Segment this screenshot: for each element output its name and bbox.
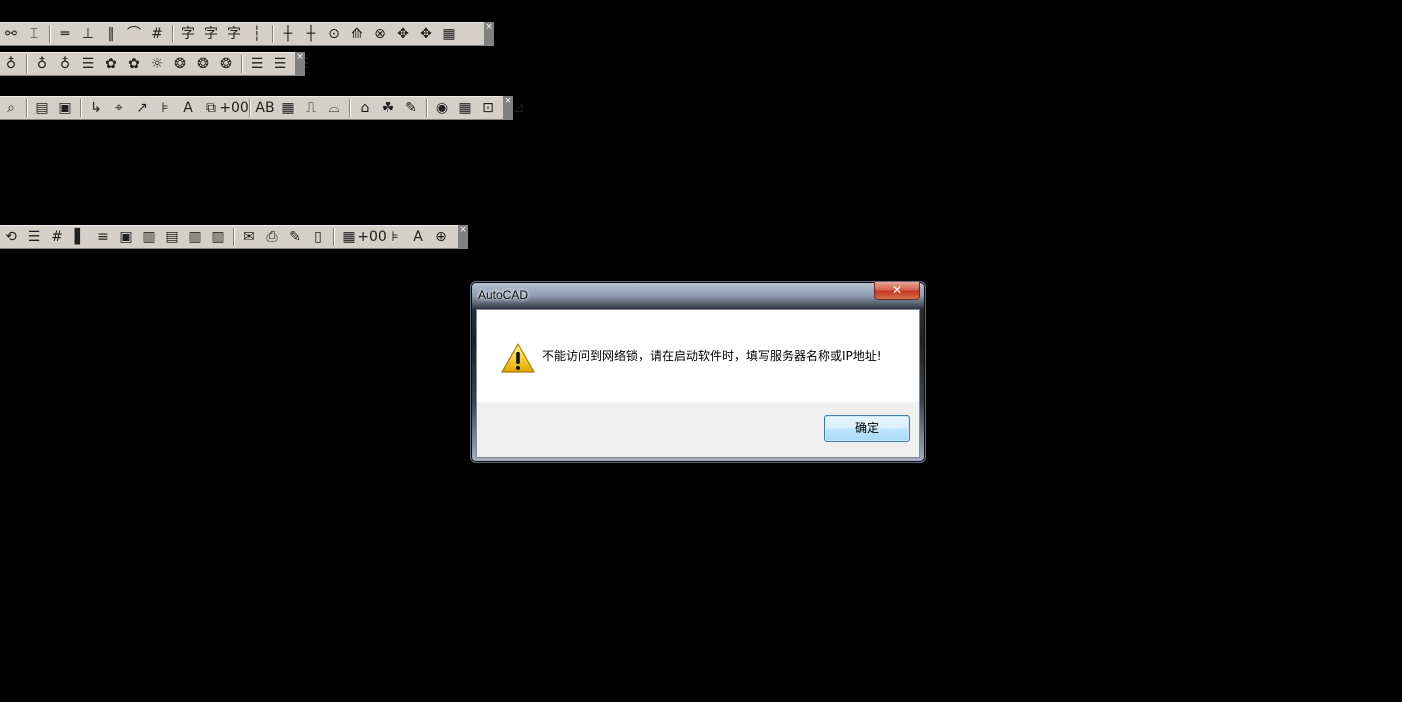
toolbar-button[interactable]: +00: [219, 97, 249, 119]
alert-dialog: AutoCAD ✕ 不能访问到网络锁，请在启动软件时，填写服务器名称或IP地址!…: [470, 281, 926, 463]
toolbar-button[interactable]: ☘: [377, 97, 399, 119]
dialog-title: AutoCAD: [478, 288, 529, 302]
toolbar-button[interactable]: ═: [54, 23, 76, 45]
toolbar-button[interactable]: ❂: [192, 53, 214, 75]
toolbar-separator: [349, 99, 351, 117]
toolbar-button[interactable]: ✉: [238, 226, 260, 248]
toolbar-button[interactable]: ▤: [161, 226, 183, 248]
toolbar-button[interactable]: 字: [177, 23, 199, 45]
toolbar-button[interactable]: ▥: [184, 226, 206, 248]
close-button[interactable]: ✕: [874, 282, 920, 300]
toolbar-separator: [80, 99, 82, 117]
toolbar-button[interactable]: ⌕: [0, 97, 22, 119]
toolbar-separator: [272, 25, 274, 43]
toolbar-separator: [49, 25, 51, 43]
toolbar-button[interactable]: ⊙: [323, 23, 345, 45]
toolbar-button[interactable]: ‖: [100, 23, 122, 45]
toolbar-separator: [241, 55, 243, 73]
toolbar-button[interactable]: #: [46, 226, 68, 248]
toolbar-button[interactable]: #: [146, 23, 168, 45]
toolbar-close-icon[interactable]: ×: [295, 52, 305, 76]
toolbar-separator: [249, 99, 251, 117]
toolbar-button[interactable]: ▦: [454, 97, 476, 119]
toolbar-button[interactable]: ❂: [169, 53, 191, 75]
toolbar-button[interactable]: ▥: [138, 226, 160, 248]
toolbar-close-icon[interactable]: ×: [458, 225, 468, 249]
toolbar-button[interactable]: ⌖: [108, 97, 130, 119]
toolbar-button[interactable]: +00: [357, 226, 387, 248]
toolbar-button[interactable]: ▌: [69, 226, 91, 248]
toolbar-button[interactable]: ⊥: [77, 23, 99, 45]
toolbar-button[interactable]: A: [177, 97, 199, 119]
toolbar-button[interactable]: ☰: [23, 226, 45, 248]
toolbar-button[interactable]: ✿: [100, 53, 122, 75]
toolbar-close-icon[interactable]: ×: [503, 96, 513, 120]
toolbar-button[interactable]: ✥: [415, 23, 437, 45]
toolbar-separator: [333, 228, 335, 246]
toolbar-dimension: ⚯ ⌶ ═ ⊥ ‖ ⌒ # 字字字 ┆ ┼ ┼ ⊙ ⟰ ⊗ ✥ ✥ ▦ ×: [0, 22, 494, 46]
toolbar-button[interactable]: ❂: [215, 53, 237, 75]
toolbar-button[interactable]: ♁: [31, 53, 53, 75]
toolbar-button[interactable]: ✎: [400, 97, 422, 119]
toolbar-button[interactable]: ▦: [277, 97, 299, 119]
toolbar-button[interactable]: ⊧: [384, 226, 406, 248]
toolbar-button[interactable]: ◉: [431, 97, 453, 119]
toolbar-button[interactable]: 字: [223, 23, 245, 45]
toolbar-button[interactable]: 字: [200, 23, 222, 45]
toolbar-button[interactable]: ☰: [77, 53, 99, 75]
toolbar-button[interactable]: ⌶: [23, 23, 45, 45]
toolbar-button[interactable]: ♁: [54, 53, 76, 75]
toolbar-button[interactable]: ☰: [246, 53, 268, 75]
toolbar-annotation: ⌕ ▤ ▣ ↳ ⌖ ↗ ⊧ A ⧉ +00 AB ▦ ⎍ ⌓ ⌂ ☘ ✎ ◉ ▦ ⊡ ⊿ ×: [0, 96, 525, 120]
toolbar-button[interactable]: ↳: [85, 97, 107, 119]
toolbar-button[interactable]: ⎍: [300, 97, 322, 119]
toolbar-button[interactable]: ⊗: [369, 23, 391, 45]
toolbar-separator: [233, 228, 235, 246]
toolbar-button[interactable]: ⊕: [430, 226, 452, 248]
toolbar-button[interactable]: ▣: [54, 97, 76, 119]
toolbar-close-icon[interactable]: ×: [484, 22, 494, 46]
toolbar-separator: [426, 99, 428, 117]
toolbar-button[interactable]: ⟰: [346, 23, 368, 45]
dialog-message: 不能访问到网络锁，请在启动软件时，填写服务器名称或IP地址!: [542, 349, 882, 363]
toolbar-button[interactable]: ☰: [269, 53, 291, 75]
toolbar-button[interactable]: ☼: [146, 53, 168, 75]
toolbar-button[interactable]: ♁: [0, 53, 22, 75]
toolbar-button[interactable]: ▥: [207, 226, 229, 248]
toolbar-button[interactable]: ┆: [246, 23, 268, 45]
toolbar-button[interactable]: ⌓: [323, 97, 345, 119]
toolbar-button[interactable]: AB: [254, 97, 276, 119]
toolbar-button[interactable]: ▯: [307, 226, 329, 248]
warning-icon: [501, 343, 535, 373]
toolbar-button[interactable]: ▣: [115, 226, 137, 248]
toolbar-button[interactable]: ✿: [123, 53, 145, 75]
toolbar-separator: [26, 55, 28, 73]
toolbar-button[interactable]: ⌒: [123, 23, 145, 45]
toolbar-button[interactable]: ┼: [300, 23, 322, 45]
toolbar-separator: [26, 99, 28, 117]
toolbar-button[interactable]: ≡: [92, 226, 114, 248]
dialog-footer: 确定: [477, 402, 919, 457]
toolbar-button[interactable]: A: [407, 226, 429, 248]
toolbar-button[interactable]: ⎙: [261, 226, 283, 248]
toolbar-drawing: ⟲☰#▌≡▣▥▤▥▥✉⎙✎▯▦+00⊧A⊕☯×: [0, 225, 470, 249]
toolbar-button[interactable]: ✥: [392, 23, 414, 45]
toolbar-button[interactable]: ⊧: [154, 97, 176, 119]
toolbar-button[interactable]: ✎: [284, 226, 306, 248]
toolbar-separator: [172, 25, 174, 43]
toolbar-button[interactable]: ▦: [438, 23, 460, 45]
toolbar-button[interactable]: ⊡: [477, 97, 499, 119]
toolbar-button[interactable]: ▤: [31, 97, 53, 119]
toolbar-button[interactable]: ⚯: [0, 23, 22, 45]
dialog-content: 不能访问到网络锁，请在启动软件时，填写服务器名称或IP地址!: [477, 310, 919, 402]
toolbar-button[interactable]: ↗: [131, 97, 153, 119]
toolbar-layers: ♁♁♁☰✿✿☼❂❂❂☰☰☰×: [0, 52, 309, 76]
toolbar-button[interactable]: ┼: [277, 23, 299, 45]
dialog-client: 不能访问到网络锁，请在启动软件时，填写服务器名称或IP地址! 确定: [476, 309, 920, 458]
toolbar-button[interactable]: ⌂: [354, 97, 376, 119]
toolbar-button[interactable]: ⟲: [0, 226, 22, 248]
ok-button[interactable]: 确定: [824, 415, 910, 442]
